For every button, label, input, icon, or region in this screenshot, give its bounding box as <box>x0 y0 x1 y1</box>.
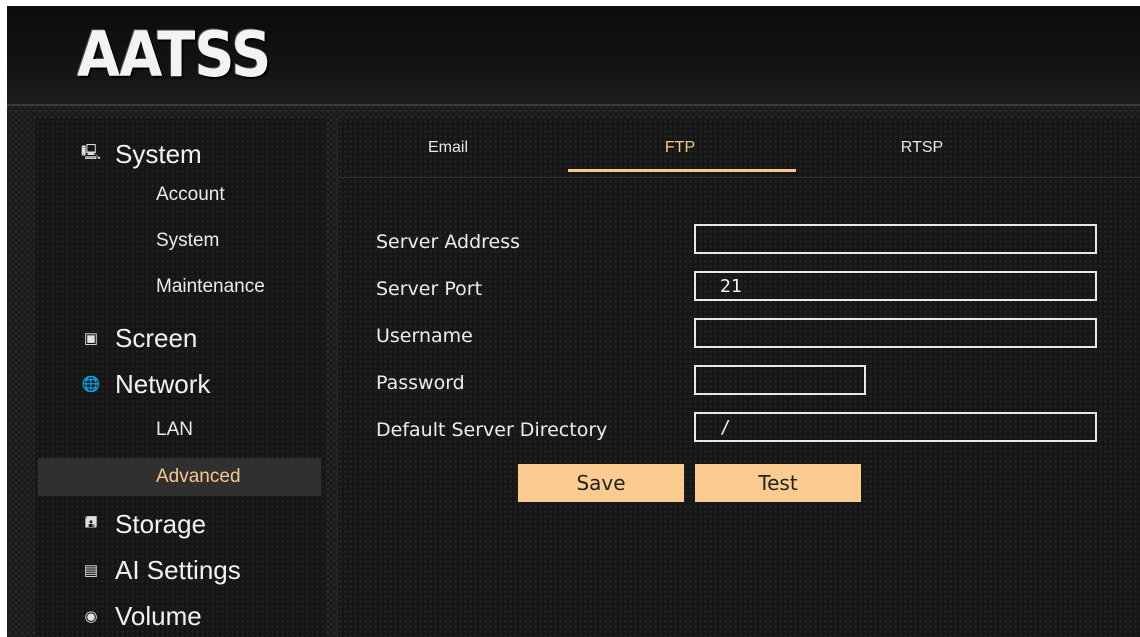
test-button[interactable]: Test <box>695 464 861 502</box>
tab-rtsp[interactable]: RTSP <box>842 119 1002 177</box>
username-input[interactable] <box>694 318 1097 348</box>
app-window: AATSS 🖳 System Account System Maintenanc… <box>7 6 1140 637</box>
image-icon: ▣ <box>83 330 99 347</box>
password-label: Password <box>376 372 465 394</box>
sidebar-item-screen[interactable]: ▣ Screen <box>81 318 197 358</box>
sidebar-item-storage[interactable]: 🖪 Storage <box>81 504 206 544</box>
sidebar-item-label: Advanced <box>156 466 241 487</box>
speaker-icon: ◉ <box>84 608 98 625</box>
floppy-icon: 🖪 <box>84 513 98 531</box>
save-button[interactable]: Save <box>518 464 684 502</box>
globe-icon: 🌐 <box>81 376 101 393</box>
server-port-label: Server Port <box>376 278 483 300</box>
sidebar-item-advanced[interactable]: Advanced <box>38 458 321 496</box>
password-input[interactable] <box>694 365 866 395</box>
sidebar-item-label: System <box>156 230 220 251</box>
server-port-input[interactable] <box>694 271 1097 301</box>
sidebar-item-account[interactable]: Account <box>35 176 325 214</box>
logo-text: AATSS <box>77 17 271 91</box>
sidebar-item-label: AI Settings <box>115 554 241 585</box>
sidebar-item-label: LAN <box>156 419 193 440</box>
sidebar-item-system[interactable]: 🖳 System <box>81 134 202 174</box>
server-address-label: Server Address <box>376 231 521 253</box>
chip-icon: ▤ <box>83 562 99 579</box>
tab-bar: Email FTP RTSP <box>338 119 1140 178</box>
sidebar-item-ai-settings[interactable]: ▤ AI Settings <box>81 550 241 590</box>
sidebar-item-system-sub[interactable]: System <box>35 222 325 260</box>
sidebar-item-label: Screen <box>115 322 198 353</box>
default-directory-label: Default Server Directory <box>376 419 608 441</box>
sidebar-item-network[interactable]: 🌐 Network <box>81 364 211 404</box>
sidebar: 🖳 System Account System Maintenance ▣ Sc… <box>35 119 325 637</box>
default-directory-input[interactable] <box>694 412 1097 442</box>
top-header: AATSS <box>7 6 1140 106</box>
sidebar-item-label: Account <box>156 184 225 205</box>
tab-email[interactable]: Email <box>368 119 528 177</box>
sidebar-item-volume[interactable]: ◉ Volume <box>81 596 202 636</box>
sidebar-item-label: Network <box>115 368 211 399</box>
sidebar-item-label: Maintenance <box>156 276 265 297</box>
server-address-input[interactable] <box>694 224 1097 254</box>
brand-logo: AATSS <box>77 16 292 92</box>
monitor-icon: 🖳 <box>81 143 102 161</box>
username-label: Username <box>376 325 473 347</box>
sidebar-item-label: Storage <box>115 508 207 539</box>
active-tab-indicator <box>568 169 796 172</box>
main-panel: Email FTP RTSP Server Address Server Por… <box>337 119 1140 637</box>
sidebar-item-label: System <box>115 138 202 169</box>
sidebar-item-maintenance[interactable]: Maintenance <box>35 268 325 306</box>
sidebar-item-lan[interactable]: LAN <box>35 411 325 449</box>
sidebar-item-label: Volume <box>115 600 202 631</box>
